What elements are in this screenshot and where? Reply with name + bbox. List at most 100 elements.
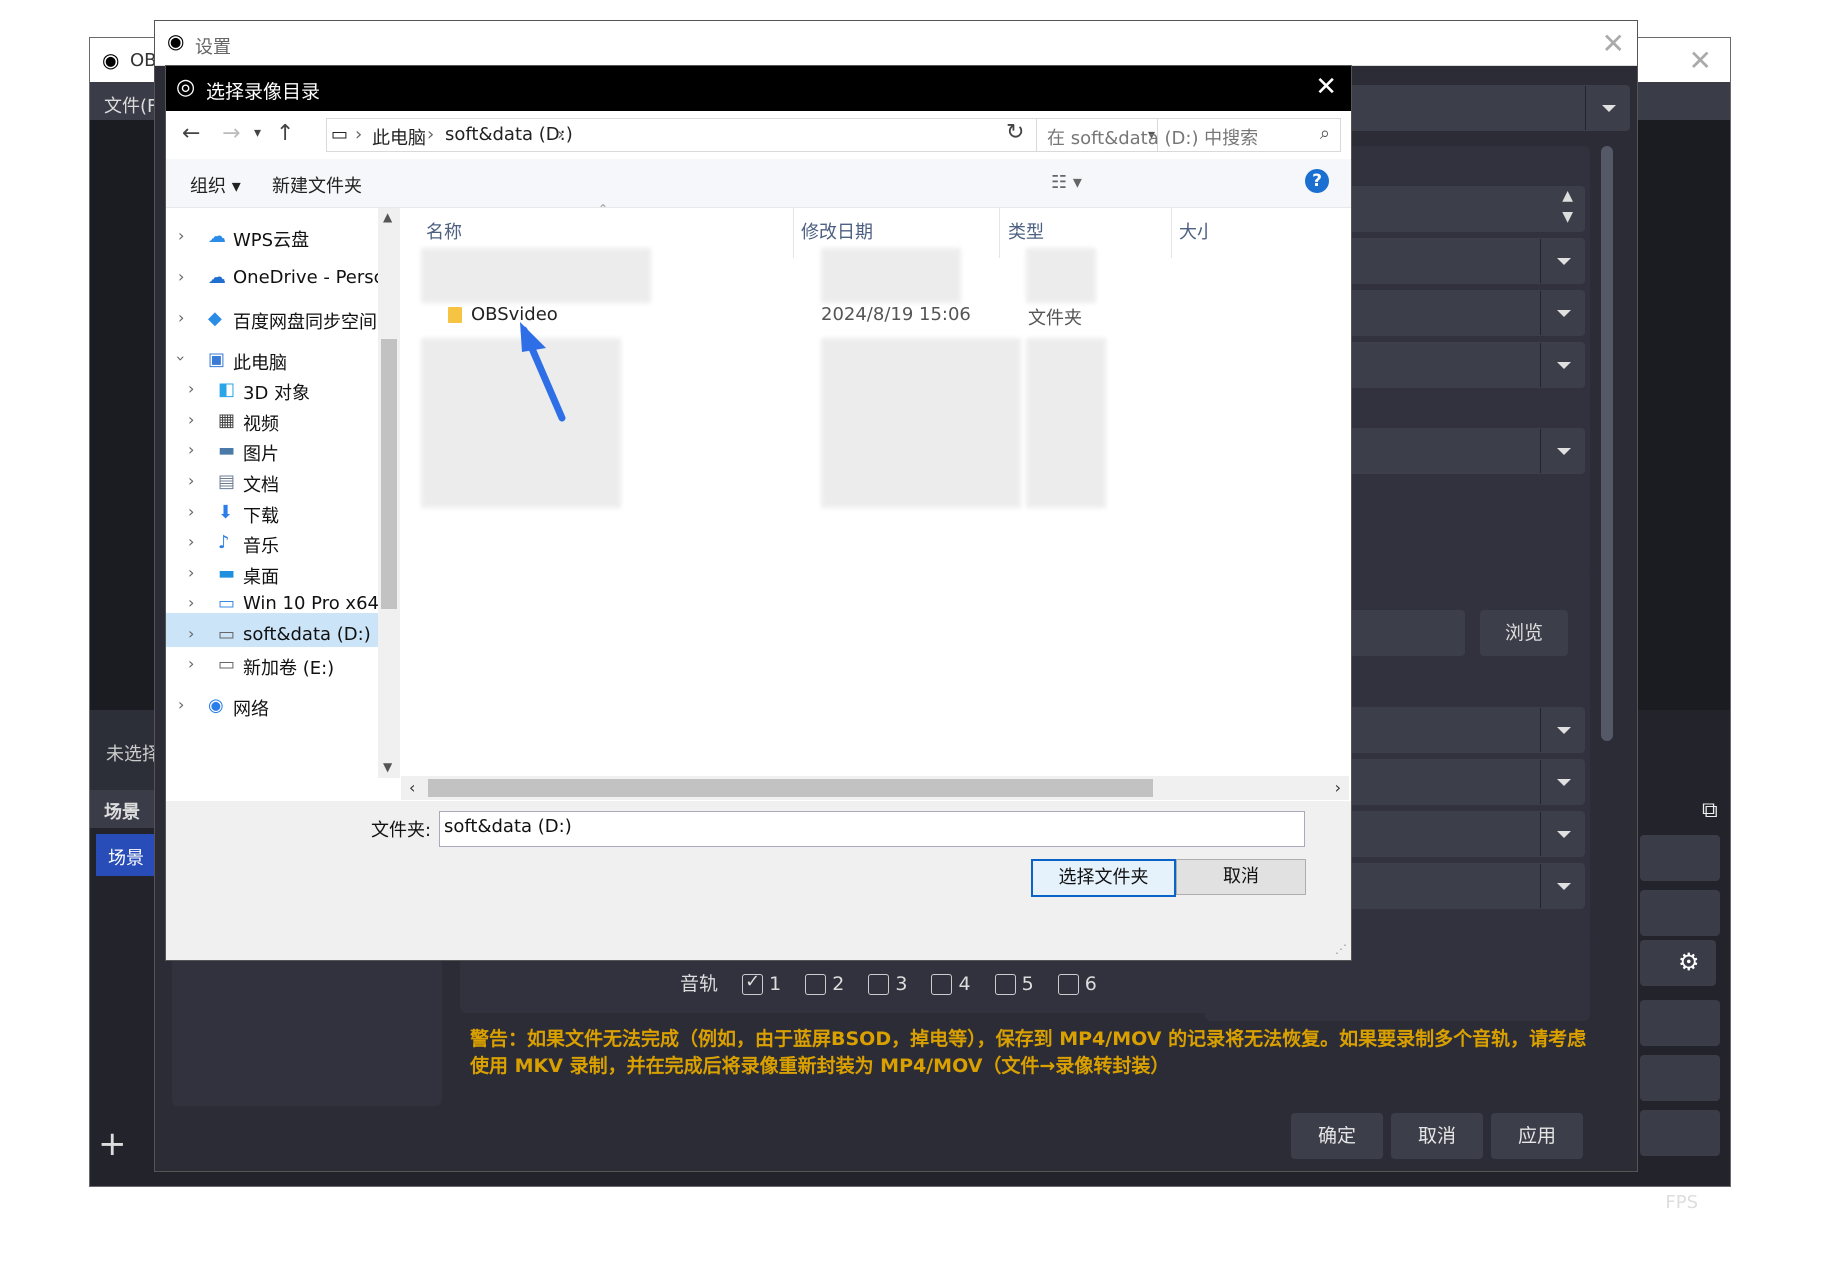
settings-gear-button[interactable]: ⚙ [1666, 940, 1716, 986]
tracks-label: 音轨 [680, 973, 719, 995]
nav-label: Win 10 Pro x64 [243, 593, 379, 614]
track-5-checkbox[interactable] [994, 974, 1016, 995]
obs-control-button[interactable] [1640, 1000, 1720, 1046]
scroll-right-icon[interactable]: › [1335, 778, 1341, 797]
breadcrumb-pc[interactable]: 此电脑 [372, 124, 426, 150]
obs-control-button[interactable] [1640, 890, 1720, 936]
settings-scrollbar[interactable] [1601, 146, 1613, 741]
spin-down-icon[interactable]: ▼ [1562, 209, 1573, 225]
scene-item-label: 场景 [108, 848, 144, 869]
sort-up-icon: ⌃ [598, 202, 609, 216]
chevron-right-icon: › [188, 654, 195, 673]
scenes-header-text: 场景 [104, 802, 140, 823]
folder-icon [448, 307, 462, 323]
chevron-down-icon: › [171, 355, 191, 362]
track-3-label: 3 [895, 973, 908, 995]
audio-tracks-row: 音轨 1 2 3 4 5 6 [680, 969, 1097, 996]
chevron-right-icon: › [178, 695, 185, 714]
obs-logo-icon: ◉ [102, 48, 120, 72]
track-4-checkbox[interactable] [931, 974, 953, 995]
folder-input[interactable]: soft&data (D:) [439, 811, 1305, 847]
dialog-cancel-button[interactable]: 取消 [1176, 859, 1306, 895]
spin-up-icon[interactable]: ▲ [1562, 188, 1573, 204]
nav-scroll-thumb[interactable] [381, 339, 397, 609]
nav-label: 桌面 [243, 567, 279, 588]
chevron-right-icon: › [188, 532, 195, 551]
scroll-up-icon[interactable]: ▲ [383, 210, 392, 224]
address-bar[interactable]: ▭ › 此电脑 › soft&data (D:) › ▾ [326, 118, 1158, 152]
baidu-icon: ◆ [208, 308, 222, 329]
help-icon[interactable]: ? [1305, 169, 1329, 193]
up-arrow-icon[interactable]: ↑ [276, 121, 294, 146]
chevron-down-icon [1540, 429, 1585, 473]
close-icon[interactable]: ✕ [1602, 27, 1625, 60]
column-name[interactable]: 名称 [426, 218, 462, 244]
breadcrumb-drive[interactable]: soft&data (D:) [445, 124, 573, 145]
chevron-down-icon [1540, 708, 1585, 752]
chevron-right-icon: › [188, 440, 195, 459]
settings-titlebar: ◉ 设置 ✕ [155, 21, 1637, 66]
dialog-title: 选择录像目录 [206, 81, 321, 103]
blurred-row [821, 338, 1021, 508]
select-folder-button[interactable]: 选择文件夹 [1031, 859, 1176, 897]
obs-control-button[interactable] [1640, 835, 1720, 881]
back-arrow-icon[interactable]: ← [182, 121, 200, 146]
file-type: 文件夹 [1028, 308, 1082, 329]
search-box[interactable]: 在 soft&data (D:) 中搜索 ⌕ [1036, 118, 1341, 152]
drive-icon: ▭ [218, 654, 236, 675]
track-2-label: 2 [832, 973, 845, 995]
chevron-down-icon [1540, 864, 1585, 908]
onedrive-icon: ☁ [208, 267, 226, 288]
close-icon[interactable]: ✕ [1315, 72, 1337, 102]
horizontal-scroll-thumb[interactable] [428, 779, 1153, 797]
cancel-button[interactable]: 取消 [1391, 1113, 1483, 1159]
resize-grip-icon[interactable]: ⋰ [1335, 942, 1347, 956]
scroll-down-icon[interactable]: ▼ [383, 760, 392, 774]
drive-icon: ▭ [218, 593, 236, 614]
nav-label: 百度网盘同步空间 [233, 312, 377, 333]
nav-label: 图片 [243, 444, 279, 465]
add-scene-icon[interactable]: + [98, 1124, 127, 1164]
refresh-icon[interactable]: ↻ [1006, 120, 1024, 145]
column-date[interactable]: 修改日期 [801, 218, 873, 244]
nav-label: WPS云盘 [233, 230, 310, 251]
navigation-pane: › ☁ WPS云盘 › ☁ OneDrive - Persc › ◆ 百度网盘同步空间 › ▣… [166, 208, 401, 778]
obs-logo-icon: ◉ [167, 29, 185, 53]
track-3-checkbox[interactable] [868, 974, 890, 995]
ok-button[interactable]: 确定 [1291, 1113, 1383, 1159]
track-1-checkbox[interactable] [742, 971, 764, 995]
nav-label: soft&data (D:) [243, 624, 371, 645]
track-6-checkbox[interactable] [1057, 974, 1079, 995]
gear-icon: ⚙ [1678, 948, 1700, 976]
dialog-footer: 文件夹: soft&data (D:) 选择文件夹 取消 ⋰ [166, 801, 1351, 960]
recent-chevron-icon[interactable]: ▾ [254, 125, 261, 141]
search-icon: ⌕ [1319, 123, 1330, 144]
view-options-icon[interactable]: ☷ ▾ [1051, 172, 1082, 193]
scene-list-item[interactable]: 场景 [96, 834, 160, 876]
chevron-down-icon [1540, 760, 1585, 804]
obs-control-button[interactable] [1640, 1110, 1720, 1156]
pc-icon: ▣ [208, 349, 226, 370]
dock-layout-icon[interactable]: ⧉ [1702, 798, 1724, 823]
download-icon: ⬇ [218, 502, 234, 523]
new-folder-button[interactable]: 新建文件夹 [272, 172, 362, 198]
column-type[interactable]: 类型 [1008, 218, 1044, 244]
column-size[interactable]: 大小 [1179, 218, 1209, 244]
organize-button[interactable]: 组织 ▾ [190, 172, 241, 198]
chevron-right-icon: › [188, 471, 195, 490]
select-folder-dialog: ◎ 选择录像目录 ✕ ← → ▾ ↑ ▭ › 此电脑 › soft&data (… [165, 65, 1352, 961]
obs-close-icon[interactable]: ✕ [1689, 44, 1712, 77]
forward-arrow-icon[interactable]: → [222, 121, 240, 146]
scroll-left-icon[interactable]: ‹ [409, 778, 415, 797]
browse-button[interactable]: 浏览 [1480, 610, 1568, 656]
menu-file[interactable]: 文件(F [104, 92, 157, 118]
chevron-right-icon: › [178, 308, 185, 327]
obs-control-button[interactable] [1640, 1055, 1720, 1101]
chevron-right-icon: › [188, 502, 195, 521]
chevron-right-icon: › [188, 410, 195, 429]
apply-button[interactable]: 应用 [1491, 1113, 1583, 1159]
blurred-row [821, 248, 961, 303]
chevron-down-icon [1585, 86, 1630, 130]
track-2-checkbox[interactable] [805, 974, 827, 995]
breadcrumb-separator-icon: › [427, 124, 435, 145]
